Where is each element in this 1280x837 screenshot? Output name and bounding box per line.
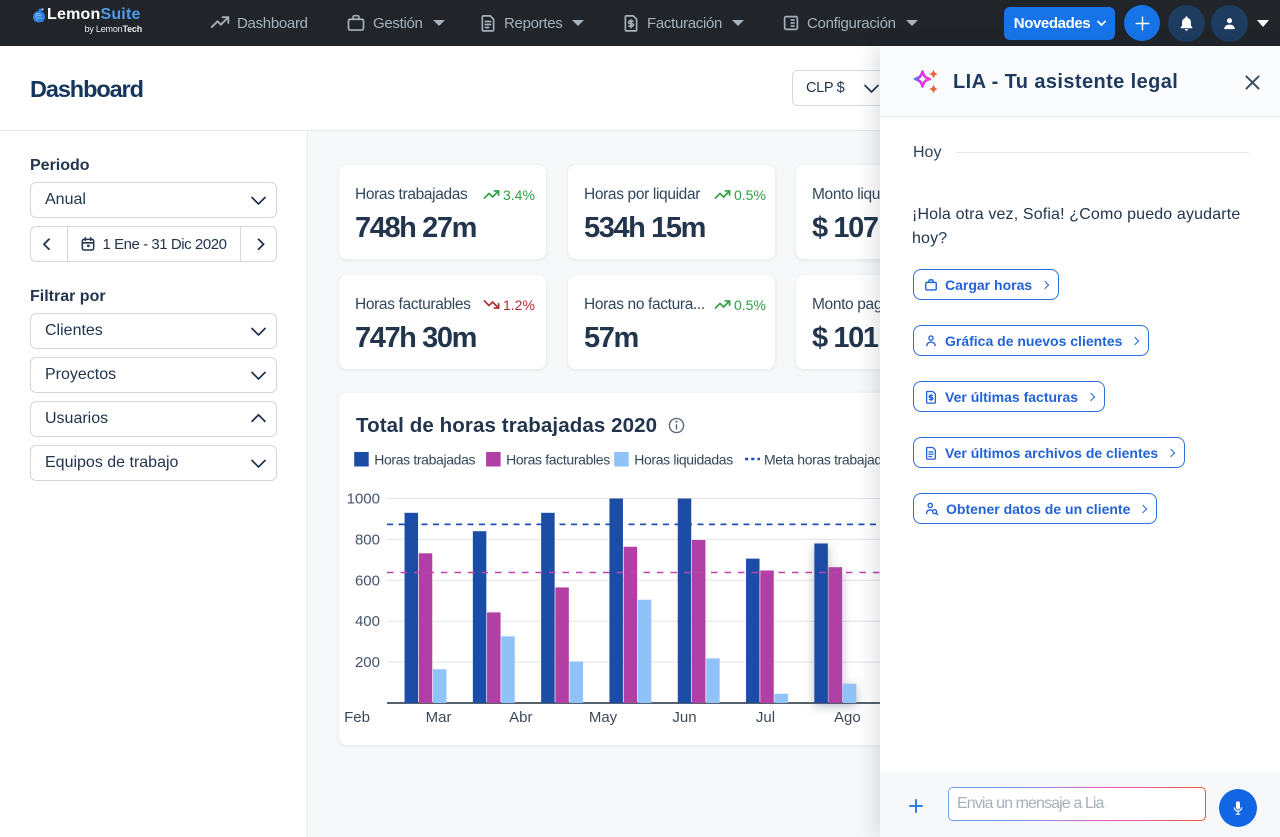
svg-text:400: 400	[355, 613, 380, 630]
svg-text:200: 200	[355, 654, 380, 671]
svg-text:Feb: Feb	[344, 709, 370, 726]
svg-text:Horas liquidadas: Horas liquidadas	[634, 452, 733, 468]
svg-text:Mar: Mar	[426, 709, 452, 726]
svg-text:Horas facturables: Horas facturables	[506, 452, 610, 468]
svg-text:Jun: Jun	[672, 709, 696, 726]
svg-text:Jul: Jul	[756, 709, 775, 726]
svg-text:May: May	[589, 709, 618, 726]
svg-text:Ago: Ago	[834, 709, 861, 726]
svg-text:Meta horas trabajadas: Meta horas trabajadas	[764, 452, 896, 468]
svg-text:800: 800	[355, 531, 380, 548]
svg-text:1000: 1000	[347, 491, 380, 508]
svg-text:Horas trabajadas: Horas trabajadas	[374, 452, 475, 468]
svg-text:600: 600	[355, 572, 380, 589]
svg-text:Abr: Abr	[509, 709, 532, 726]
